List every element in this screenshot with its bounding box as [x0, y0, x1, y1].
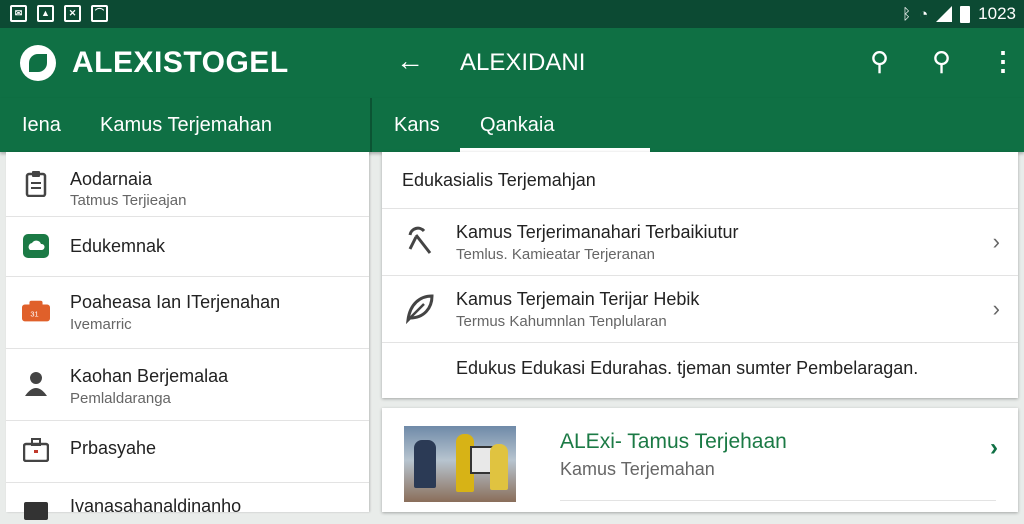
tab-qankaia[interactable]: Qankaia: [480, 114, 555, 137]
system-icons: ᛒ ◔ 1023: [902, 4, 1016, 24]
cloud-icon: [22, 232, 50, 260]
drawer-item-title: Prbasyahe: [70, 438, 157, 458]
chevron-right-icon: ›: [992, 296, 1000, 321]
drawer-item-title: Edukemnak: [70, 236, 166, 256]
folder-icon: [22, 496, 50, 524]
search-icon-2[interactable]: ⚲: [932, 46, 951, 76]
drawer-item-subtitle: Ivemarric: [70, 316, 132, 333]
drawer-item-subtitle: Pemlaldaranga: [70, 390, 171, 407]
brand-title: ALEXISTOGEL: [72, 46, 289, 79]
drawer-item-title: Kaohan Berjemalaa: [70, 366, 229, 386]
wifi-icon: ◔: [919, 5, 929, 23]
tab-kans[interactable]: Kans: [394, 114, 440, 137]
search-icon[interactable]: ⚲: [870, 46, 889, 76]
drawer-item-title: Poaheasa Ian ITerjenahan: [70, 292, 281, 312]
person-icon: [22, 370, 50, 398]
image-icon: ▲: [37, 5, 54, 22]
status-time: 1023: [978, 4, 1016, 23]
drawer-item-edukemnak[interactable]: Edukemnak: [6, 216, 369, 277]
drawer-item-prbasyahe[interactable]: Prbasyahe: [6, 420, 369, 483]
card-footer-text: Edukus Edukasi Edurahas. tjeman sumter P…: [456, 358, 919, 378]
pickaxe-icon: [404, 225, 436, 257]
list-item[interactable]: Kamus Terjemain Terijar Hebik Termus Kah…: [382, 276, 1018, 342]
drawer-item-kaohan[interactable]: Kaohan Berjemalaa Pemlaldaranga: [6, 348, 369, 421]
drawer-item-title: Ivanasahanaldinanho: [70, 496, 242, 516]
battery-icon: [960, 5, 971, 23]
divider: [560, 500, 996, 501]
tab-bar: Iena Kamus Terjemahan Kans Qankaia: [0, 98, 1024, 152]
chevron-right-icon: ›: [990, 434, 998, 461]
briefcase-icon: [22, 436, 50, 464]
chevron-right-icon: ›: [992, 229, 1000, 254]
toolbar-title: ALEXIDANI: [460, 49, 586, 76]
photo-people-thumbnail[interactable]: [404, 426, 516, 502]
notification-icons: ✉ ▲ ✕ ⌒: [10, 5, 108, 22]
leaf-icon: [404, 292, 436, 325]
list-item-title: Kamus Terjemain Terijar Hebik: [456, 289, 700, 309]
app-logo-icon[interactable]: [20, 45, 56, 81]
clipboard-icon: [22, 170, 50, 198]
mail-icon: ✉: [10, 5, 27, 22]
drawer-item-ivanasah[interactable]: Ivanasahanaldinanho: [6, 482, 369, 522]
signal-icon: [936, 6, 953, 22]
featured-title: ALExi- Tamus Terjehaan: [560, 430, 787, 453]
drawer-item-title: Aodarnaia: [70, 169, 153, 189]
pane-divider: [370, 98, 372, 152]
drawer-item-subtitle: Tatmus Terjieajan: [70, 192, 187, 209]
app-bar: ALEXISTOGEL ← ALEXIDANI ⚲ ⚲ ⋮: [0, 28, 1024, 98]
status-bar: ✉ ▲ ✕ ⌒ ᛒ ◔ 1023: [0, 0, 1024, 28]
content-card: Edukasialis Terjemahjan Kamus Terjeriman…: [382, 152, 1018, 398]
shuffle-icon: ✕: [64, 5, 81, 22]
bluetooth-icon: ᛒ: [902, 5, 912, 23]
svg-text:31: 31: [30, 310, 38, 319]
card-header: Edukasialis Terjemahjan: [402, 170, 596, 190]
drawer-item-aodarnaia[interactable]: Aodarnaia Tatmus Terjieajan: [6, 152, 369, 217]
drawer-item-poaheasa[interactable]: 31 Poaheasa Ian ITerjenahan Ivemarric: [6, 276, 369, 349]
nav-drawer: Aodarnaia Tatmus Terjieajan Edukemnak 31…: [6, 152, 369, 520]
featured-card[interactable]: ALExi- Tamus Terjehaan Kamus Terjemahan …: [382, 408, 1018, 512]
tab-iena[interactable]: Iena: [22, 114, 61, 137]
chart-icon: ⌒: [91, 5, 108, 22]
list-item-title: Kamus Terjerimanahari Terbaikiutur: [456, 222, 739, 242]
list-item-subtitle: Termus Kahumnlan Tenplularan: [456, 313, 667, 330]
divider: [382, 342, 1018, 343]
more-vert-icon[interactable]: ⋮: [990, 46, 1016, 76]
slides-icon: 31: [22, 298, 50, 326]
tab-kamus-terjemahan[interactable]: Kamus Terjemahan: [100, 114, 272, 137]
featured-subtitle: Kamus Terjemahan: [560, 459, 715, 479]
arrow-back-icon[interactable]: ←: [396, 44, 424, 78]
list-item-subtitle: Temlus. Kamieatar Terjeranan: [456, 246, 655, 263]
list-item[interactable]: Kamus Terjerimanahari Terbaikiutur Temlu…: [382, 209, 1018, 275]
